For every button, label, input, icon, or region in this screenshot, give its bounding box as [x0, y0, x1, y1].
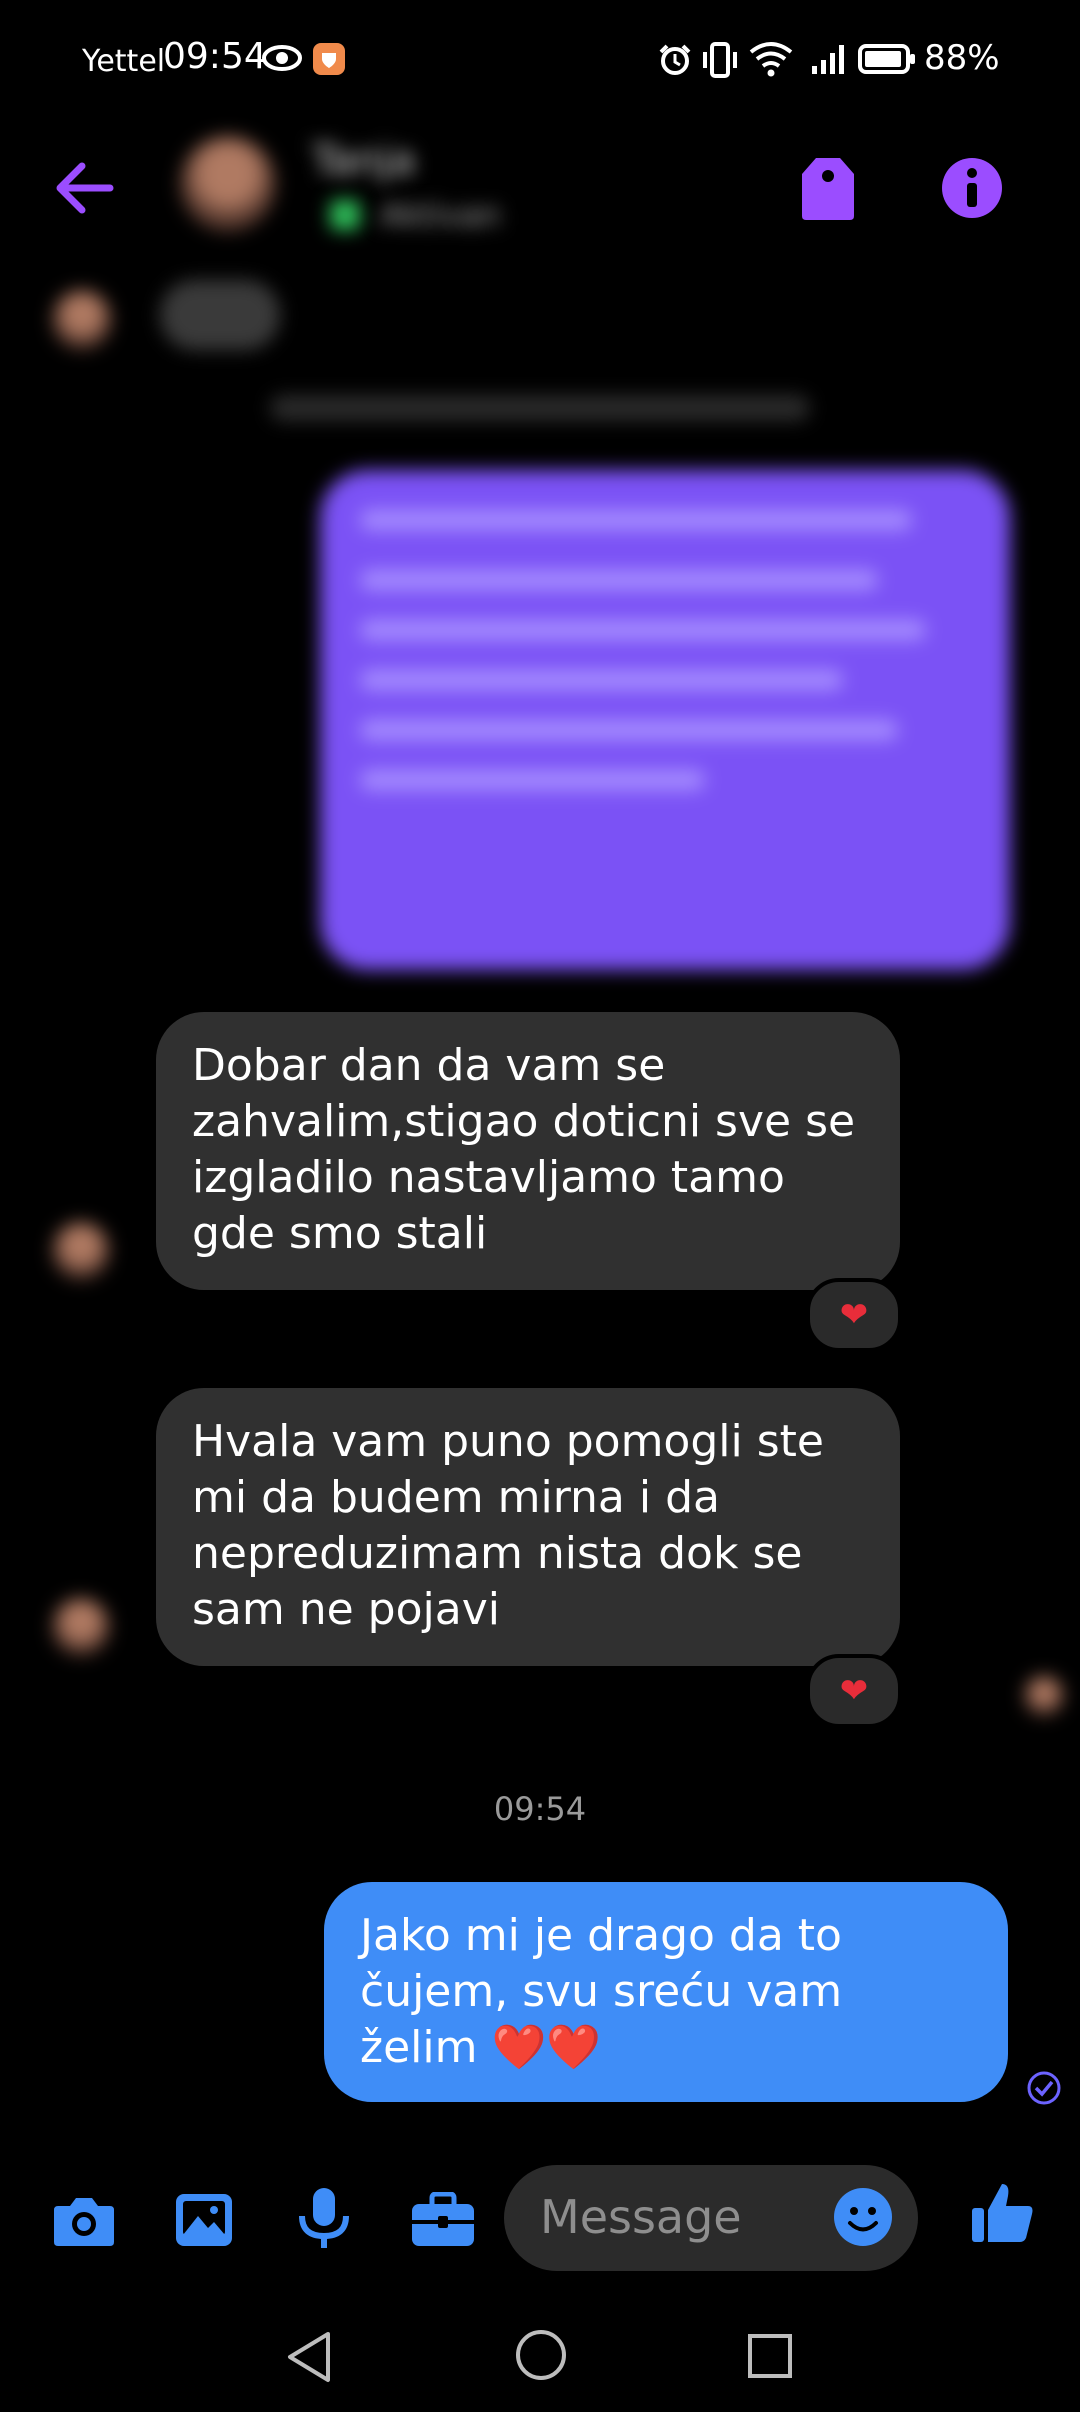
sent-check-icon [1027, 2071, 1061, 2105]
carrier-name: Yettel [82, 44, 166, 79]
alarm-icon [659, 44, 691, 75]
incoming-message[interactable]: Dobar dan da vam se zahvalim,stigao doti… [156, 1012, 900, 1290]
seen-avatar [1024, 1676, 1064, 1716]
signal-icon [812, 45, 844, 74]
recents-square-icon[interactable] [746, 2332, 794, 2380]
online-indicator [330, 200, 360, 230]
blurred-outgoing-bubble [320, 470, 1010, 970]
tag-icon[interactable] [800, 156, 856, 222]
microphone-icon[interactable] [296, 2186, 352, 2252]
info-icon[interactable] [940, 156, 1004, 220]
battery-percent: 88% [924, 38, 1000, 78]
eye-icon [262, 45, 302, 71]
status-bar: Yettel 09:54 88% [0, 0, 1080, 120]
reaction-emoji: ❤ [839, 1295, 869, 1335]
emoji-icon[interactable] [832, 2186, 894, 2248]
message-timestamp: 09:54 [493, 1790, 587, 1828]
message-text: Jako mi je drago da to čujem, svu sreću … [360, 1910, 843, 2073]
incoming-message[interactable]: Hvala vam puno pomogli ste mi da budem m… [156, 1388, 900, 1666]
vibrate-icon [703, 42, 737, 78]
message-text: Hvala vam puno pomogli ste mi da budem m… [192, 1416, 824, 1635]
sender-avatar[interactable] [52, 1222, 110, 1280]
gallery-icon[interactable] [174, 2192, 234, 2248]
shield-app-icon [313, 43, 345, 75]
message-text: Dobar dan da vam se zahvalim,stigao doti… [192, 1040, 856, 1259]
heart-reaction-icon[interactable]: ❤ [806, 1654, 902, 1728]
contact-name[interactable]: Tanja [312, 138, 415, 184]
back-triangle-icon[interactable] [284, 2330, 334, 2384]
message-placeholder: Message [540, 2190, 742, 2244]
reaction-emoji: ❤ [839, 1671, 869, 1711]
contact-avatar[interactable] [180, 136, 276, 232]
sender-avatar[interactable] [52, 1598, 110, 1656]
briefcase-icon[interactable] [410, 2192, 476, 2248]
chat-header: Tanja Aktivan [0, 120, 1080, 260]
wifi-icon [749, 42, 793, 77]
arrow-left-icon[interactable] [54, 162, 114, 214]
heart-reaction-icon[interactable]: ❤ [806, 1278, 902, 1352]
status-clock: 09:54 [163, 36, 267, 77]
contact-status: Aktivan [380, 196, 501, 234]
blurred-timestamp [270, 395, 810, 421]
history-avatar [52, 290, 112, 350]
home-circle-icon[interactable] [514, 2328, 568, 2382]
camera-icon[interactable] [52, 2192, 116, 2248]
outgoing-message[interactable]: Jako mi je drago da to čujem, svu sreću … [324, 1882, 1008, 2102]
thumbs-up-icon[interactable] [970, 2180, 1036, 2246]
battery-icon [858, 44, 915, 74]
blurred-bubble [160, 280, 280, 350]
